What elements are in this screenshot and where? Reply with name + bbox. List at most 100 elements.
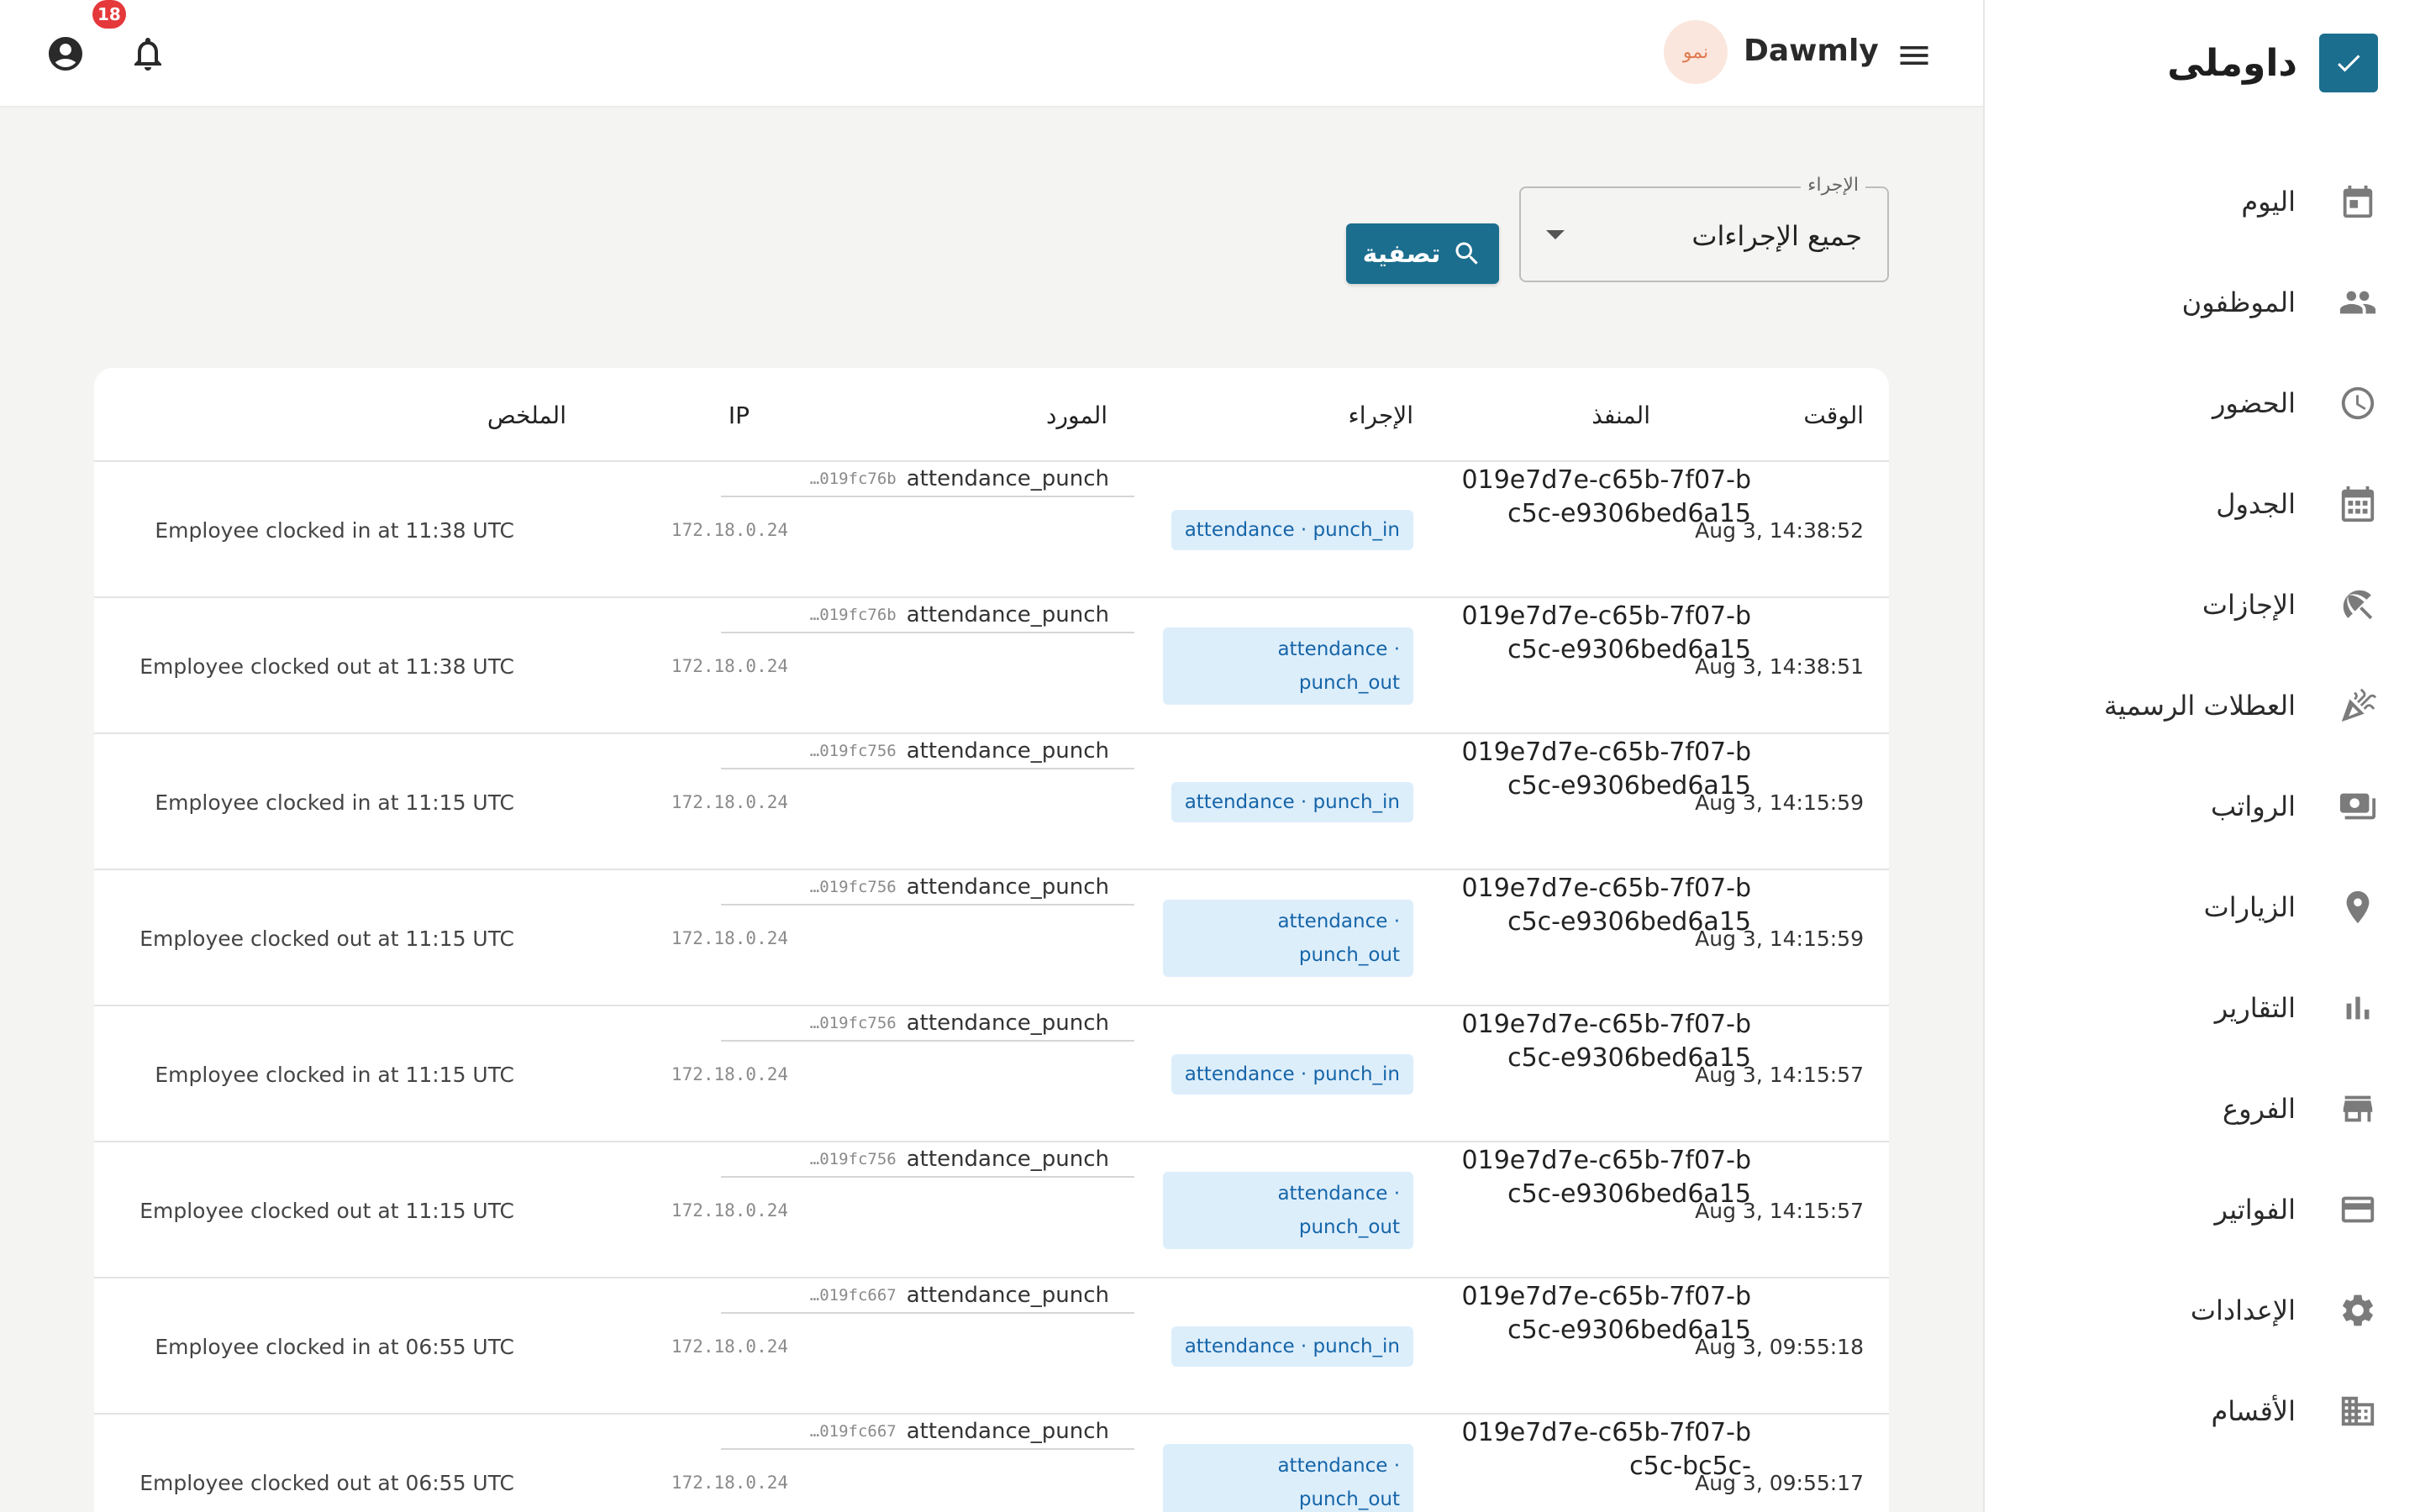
domain-icon [2338, 1391, 2378, 1431]
account-circle-icon[interactable] [42, 30, 89, 77]
resource-name: attendance_punch [906, 738, 1109, 764]
sidebar-item-label: الأقسام [2211, 1395, 2296, 1427]
gear-icon [2338, 1290, 2378, 1331]
company-name[interactable]: Dawmly [1744, 34, 1879, 68]
sidebar-item-reports[interactable]: التقارير [1983, 958, 2420, 1058]
company-avatar[interactable]: نمو [1664, 20, 1728, 84]
sidebar-item-label: اليوم [2241, 186, 2296, 218]
resource-name: attendance_punch [906, 1419, 1109, 1444]
store-icon [2338, 1089, 2378, 1129]
sidebar-item-today[interactable]: اليوم [1983, 151, 2420, 252]
bar-chart-icon [2338, 988, 2378, 1028]
table-row[interactable]: Aug 3, 14:15:59 019e7d7e-c65b-7f07-bc5c-… [94, 734, 1889, 870]
clock-icon [2338, 383, 2378, 423]
cell-summary: Employee clocked out at 06:55 UTC [139, 1470, 514, 1495]
cell-ip: 172.18.0.24 [671, 1336, 788, 1357]
action-chip: attendance · punch_in [1171, 782, 1413, 822]
sidebar-item-leaves[interactable]: الإجازات [1983, 554, 2420, 655]
bell-icon[interactable] [124, 30, 171, 77]
cell-ip: 172.18.0.24 [671, 792, 788, 812]
resource-id: …019fc756 [809, 878, 897, 896]
column-header-action[interactable]: الإجراء [1349, 402, 1413, 429]
dropdown-arrow-icon [1546, 230, 1565, 239]
resource-name: attendance_punch [906, 466, 1109, 491]
cell-summary: Employee clocked in at 11:15 UTC [155, 790, 514, 815]
column-header-time[interactable]: الوقت [1803, 402, 1864, 429]
cell-summary: Employee clocked in at 11:38 UTC [155, 517, 514, 543]
sidebar-item-payroll[interactable]: الرواتب [1983, 756, 2420, 857]
sidebar-item-label: الزيارات [2203, 891, 2296, 923]
cell-summary: Employee clocked out at 11:15 UTC [139, 926, 514, 951]
sidebar-item-label: الفروع [2222, 1093, 2296, 1125]
column-header-resource[interactable]: المورد [1046, 402, 1107, 429]
calendar-grid-icon [2338, 484, 2378, 524]
cell-action: attendance · punch_in [1171, 1006, 1413, 1142]
check-logo-icon [2319, 34, 2378, 92]
cell-actor: 019e7d7e-c65b-7f07-bc5c-e9306bed6a15 [1461, 738, 1751, 801]
resource-name: attendance_punch [906, 602, 1109, 627]
column-header-actor[interactable]: المنفذ [1591, 402, 1650, 429]
location-pin-icon [2338, 887, 2378, 927]
cell-summary: Employee clocked in at 06:55 UTC [155, 1334, 514, 1359]
sidebar-item-label: الحضور [2212, 387, 2296, 419]
resource-id: …019fc76b [809, 470, 897, 488]
resource-id: …019fc76b [809, 606, 897, 624]
sidebar-item-label: الرواتب [2211, 790, 2296, 822]
table-row[interactable]: Aug 3, 14:38:52 019e7d7e-c65b-7f07-bc5c-… [94, 462, 1889, 598]
sidebar-item-visits[interactable]: الزيارات [1983, 857, 2420, 958]
sidebar-item-label: الإجازات [2202, 589, 2296, 621]
sidebar-item-label: الموظفون [2181, 286, 2296, 318]
resource-name: attendance_punch [906, 1147, 1109, 1172]
cell-action: attendance · punch_out [1163, 870, 1413, 1006]
sidebar-item-branches[interactable]: الفروع [1983, 1058, 2420, 1159]
table-row[interactable]: Aug 3, 14:15:57 019e7d7e-c65b-7f07-bc5c-… [94, 1006, 1889, 1142]
cell-ip: 172.18.0.24 [671, 1200, 788, 1221]
menu-icon[interactable] [1892, 34, 1936, 77]
sidebar-item-settings[interactable]: الإعدادات [1983, 1260, 2420, 1361]
resource-name: attendance_punch [906, 874, 1109, 900]
credit-card-icon [2338, 1189, 2378, 1230]
sidebar-item-holidays[interactable]: العطلات الرسمية [1983, 655, 2420, 756]
action-chip: attendance · punch_out [1163, 1444, 1413, 1512]
sidebar-item-departments[interactable]: الأقسام [1983, 1361, 2420, 1462]
action-filter-select[interactable]: الإجراء جميع الإجراءات [1519, 175, 1889, 282]
cell-action: attendance · punch_out [1163, 1415, 1413, 1512]
table-row[interactable]: Aug 3, 14:15:59 019e7d7e-c65b-7f07-bc5c-… [94, 870, 1889, 1006]
people-icon [2338, 282, 2378, 323]
payments-icon [2338, 786, 2378, 827]
table-row[interactable]: Aug 3, 14:15:57 019e7d7e-c65b-7f07-bc5c-… [94, 1142, 1889, 1278]
calendar-today-icon [2338, 181, 2378, 222]
cell-actor: 019e7d7e-c65b-7f07-bc5c-e9306bed6a15 [1461, 465, 1751, 528]
column-header-summary[interactable]: الملخص [487, 402, 566, 429]
resource-id: …019fc667 [809, 1286, 897, 1305]
cell-actor: 019e7d7e-c65b-7f07-bc5c-e9306bed6a15 [1461, 1146, 1751, 1209]
sidebar-item-label: العطلات الرسمية [2103, 690, 2296, 722]
filter-label: الإجراء [1801, 175, 1865, 196]
column-header-ip[interactable]: IP [729, 402, 750, 429]
cell-ip: 172.18.0.24 [671, 656, 788, 676]
filter-button[interactable]: تصفية [1346, 223, 1499, 284]
resource-id: …019fc756 [809, 1014, 897, 1032]
resource-id: …019fc667 [809, 1422, 897, 1441]
sidebar-item-schedule[interactable]: الجدول [1983, 454, 2420, 554]
cell-actor: 019e7d7e-c65b-7f07-bc5c-bc5c- [1461, 1418, 1751, 1481]
cell-ip: 172.18.0.24 [671, 928, 788, 948]
resource-name: attendance_punch [906, 1011, 1109, 1036]
cell-ip: 172.18.0.24 [671, 1473, 788, 1493]
table-row[interactable]: Aug 3, 09:55:18 019e7d7e-c65b-7f07-bc5c-… [94, 1278, 1889, 1415]
brand[interactable]: داوملى [2167, 34, 2378, 92]
action-chip: attendance · punch_out [1163, 627, 1413, 705]
celebration-icon [2338, 685, 2378, 726]
sidebar-item-employees[interactable]: الموظفون [1983, 252, 2420, 353]
resource-id: …019fc756 [809, 742, 897, 760]
action-chip: attendance · punch_out [1163, 1172, 1413, 1249]
table-row[interactable]: Aug 3, 14:38:51 019e7d7e-c65b-7f07-bc5c-… [94, 598, 1889, 734]
filter-selected-value: جميع الإجراءات [1691, 220, 1862, 252]
cell-actor: 019e7d7e-c65b-7f07-bc5c-e9306bed6a15 [1461, 601, 1751, 664]
sidebar-item-invoices[interactable]: الفواتير [1983, 1159, 2420, 1260]
cell-action: attendance · punch_in [1171, 734, 1413, 870]
table-row[interactable]: Aug 3, 09:55:17 019e7d7e-c65b-7f07-bc5c-… [94, 1415, 1889, 1512]
resource-name: attendance_punch [906, 1283, 1109, 1308]
cell-summary: Employee clocked out at 11:15 UTC [139, 1198, 514, 1223]
sidebar-item-attendance[interactable]: الحضور [1983, 353, 2420, 454]
